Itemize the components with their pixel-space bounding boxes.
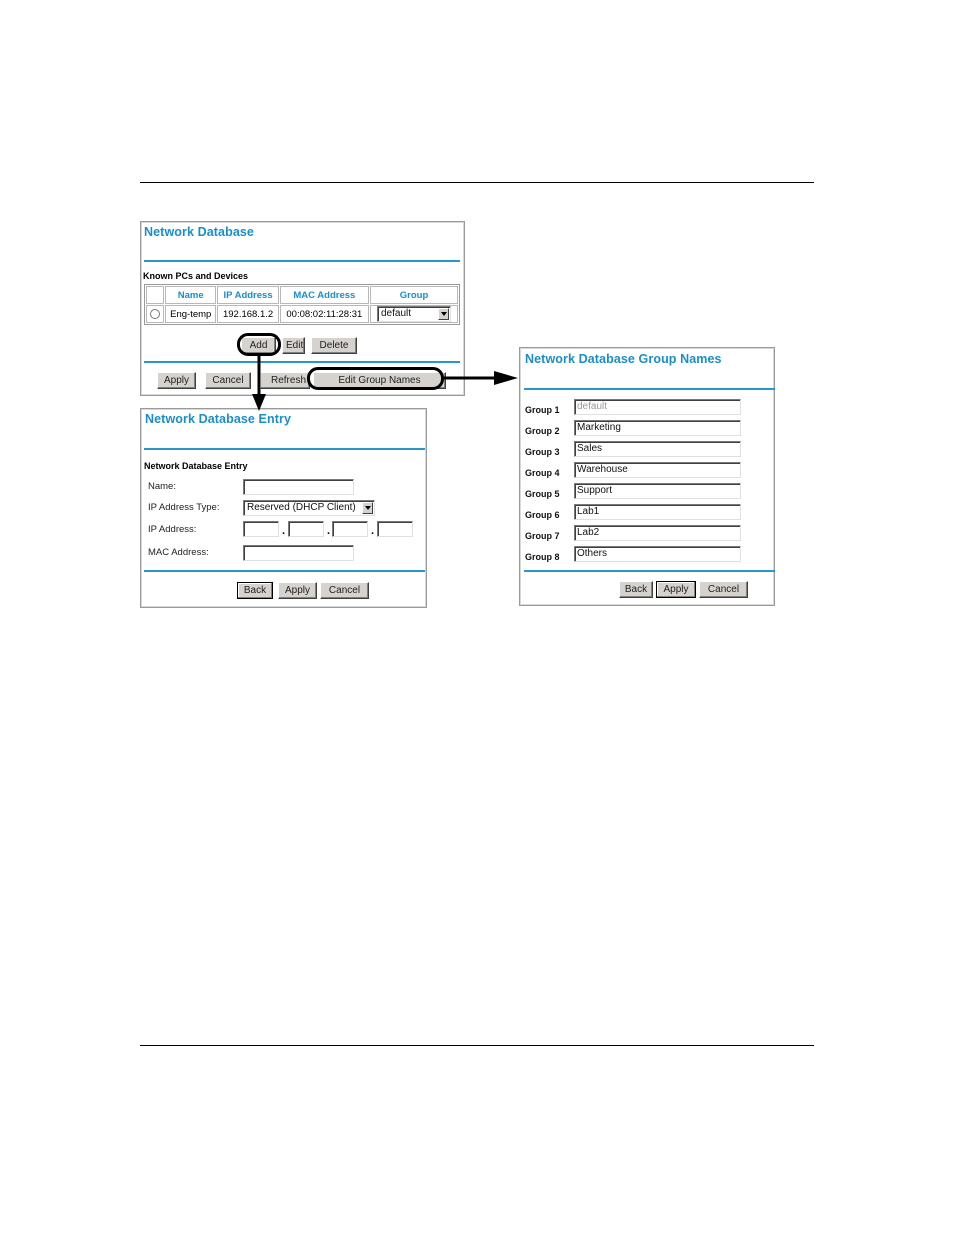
arrow-add-to-entry — [252, 356, 266, 411]
arrow-edit-group-names-to-group-panel — [444, 371, 518, 385]
connector-arrows — [252, 356, 518, 411]
